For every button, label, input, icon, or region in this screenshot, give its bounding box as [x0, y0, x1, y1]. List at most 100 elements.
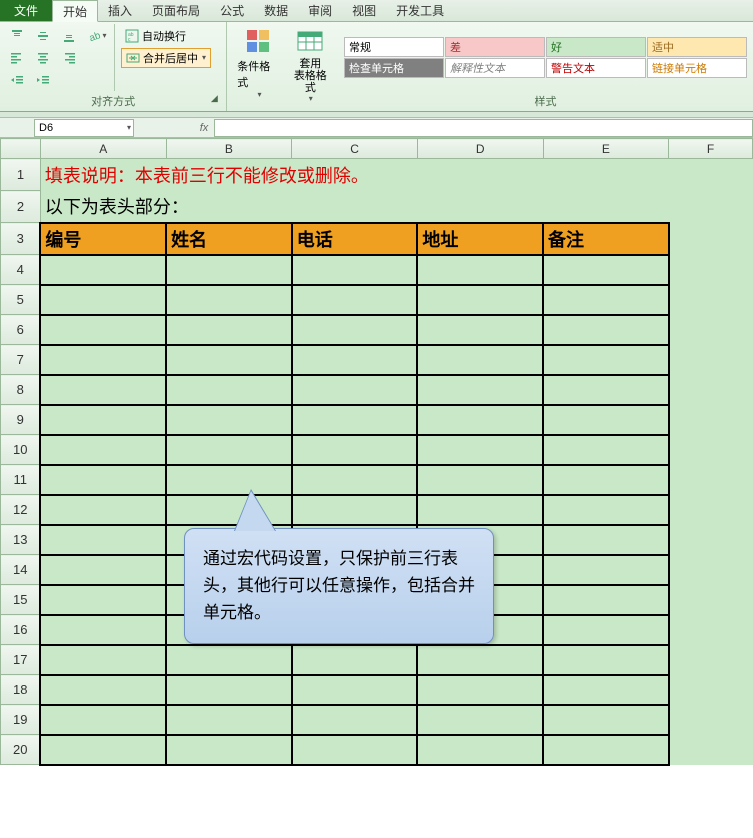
cell[interactable] — [166, 345, 292, 375]
cell[interactable] — [543, 735, 669, 765]
name-box-dropdown-icon[interactable]: ▾ — [127, 123, 131, 132]
style-cell[interactable]: 检查单元格 — [344, 58, 444, 78]
cell[interactable] — [543, 345, 669, 375]
cell[interactable] — [40, 285, 166, 315]
cell[interactable] — [40, 345, 166, 375]
cell[interactable] — [292, 645, 418, 675]
row-header[interactable]: 1 — [1, 159, 41, 191]
row-header[interactable]: 11 — [1, 465, 41, 495]
style-cell[interactable]: 适中 — [647, 37, 747, 57]
tab-insert[interactable]: 插入 — [98, 0, 142, 21]
column-header[interactable]: C — [292, 139, 418, 159]
cell[interactable] — [166, 375, 292, 405]
cell[interactable] — [292, 285, 418, 315]
align-bottom-button[interactable] — [58, 26, 80, 46]
cell[interactable] — [417, 675, 543, 705]
cell[interactable] — [669, 465, 753, 495]
cell[interactable] — [543, 375, 669, 405]
row-header[interactable]: 20 — [1, 735, 41, 765]
row-header[interactable]: 2 — [1, 191, 41, 223]
row-header[interactable]: 12 — [1, 495, 41, 525]
callout-shape[interactable]: 通过宏代码设置，只保护前三行表头，其他行可以任意操作，包括合并单元格。 — [184, 528, 494, 644]
cell[interactable] — [166, 705, 292, 735]
cell[interactable] — [40, 675, 166, 705]
cell[interactable] — [669, 585, 753, 615]
cell[interactable] — [40, 615, 166, 645]
cell[interactable] — [292, 435, 418, 465]
row-header[interactable]: 6 — [1, 315, 41, 345]
cell[interactable] — [417, 375, 543, 405]
fx-icon[interactable]: fx — [194, 122, 214, 134]
cell[interactable] — [669, 315, 753, 345]
cell[interactable] — [669, 615, 753, 645]
cell[interactable] — [543, 285, 669, 315]
style-cell[interactable]: 差 — [445, 37, 545, 57]
cell[interactable] — [669, 405, 753, 435]
row-header[interactable]: 7 — [1, 345, 41, 375]
file-tab[interactable]: 文件 — [0, 0, 52, 21]
cell[interactable] — [417, 465, 543, 495]
cell[interactable] — [40, 435, 166, 465]
align-middle-button[interactable] — [32, 26, 54, 46]
column-header[interactable]: E — [543, 139, 669, 159]
cell[interactable] — [166, 735, 292, 765]
increase-indent-button[interactable] — [32, 70, 54, 90]
cell[interactable] — [292, 705, 418, 735]
subheader-row[interactable]: 以下为表头部分： — [40, 191, 752, 223]
cell[interactable] — [166, 315, 292, 345]
cell[interactable] — [40, 525, 166, 555]
cell[interactable] — [292, 675, 418, 705]
cell[interactable] — [669, 645, 753, 675]
alignment-launcher-icon[interactable]: ◢ — [208, 93, 220, 105]
formula-input[interactable] — [214, 119, 753, 137]
cell[interactable] — [292, 345, 418, 375]
align-left-button[interactable] — [6, 48, 28, 68]
row-header[interactable]: 13 — [1, 525, 41, 555]
tab-review[interactable]: 审阅 — [298, 0, 342, 21]
row-header[interactable]: 17 — [1, 645, 41, 675]
tab-developer[interactable]: 开发工具 — [386, 0, 454, 21]
cell[interactable] — [292, 375, 418, 405]
row-header[interactable]: 3 — [1, 223, 41, 255]
cell[interactable] — [292, 405, 418, 435]
cell[interactable] — [40, 405, 166, 435]
tab-formulas[interactable]: 公式 — [210, 0, 254, 21]
table-format-button[interactable]: 套用 表格格式 ▾ — [285, 24, 336, 111]
cell[interactable] — [166, 405, 292, 435]
cell[interactable] — [166, 285, 292, 315]
conditional-format-button[interactable]: 条件格式 ▾ — [233, 24, 284, 111]
row-header[interactable]: 5 — [1, 285, 41, 315]
row-header[interactable]: 18 — [1, 675, 41, 705]
cell[interactable] — [543, 405, 669, 435]
row-header[interactable]: 9 — [1, 405, 41, 435]
cell[interactable] — [40, 375, 166, 405]
instruction-row[interactable]: 填表说明：本表前三行不能修改或删除。 — [40, 159, 752, 191]
tab-data[interactable]: 数据 — [254, 0, 298, 21]
select-all-corner[interactable] — [1, 139, 41, 159]
column-header[interactable]: A — [40, 139, 166, 159]
align-center-button[interactable] — [32, 48, 54, 68]
cell[interactable] — [417, 705, 543, 735]
cell[interactable] — [417, 345, 543, 375]
table-header-cell[interactable]: 编号 — [40, 223, 166, 255]
decrease-indent-button[interactable] — [6, 70, 28, 90]
cell[interactable] — [543, 315, 669, 345]
cell[interactable] — [669, 435, 753, 465]
cell[interactable] — [543, 435, 669, 465]
style-cell[interactable]: 常规 — [344, 37, 444, 57]
table-header-cell[interactable]: 地址 — [417, 223, 543, 255]
cell[interactable] — [669, 495, 753, 525]
row-header[interactable]: 8 — [1, 375, 41, 405]
style-cell[interactable]: 警告文本 — [546, 58, 646, 78]
cell[interactable] — [417, 255, 543, 285]
cell[interactable] — [543, 255, 669, 285]
column-header[interactable]: B — [166, 139, 292, 159]
cell[interactable] — [40, 555, 166, 585]
row-header[interactable]: 10 — [1, 435, 41, 465]
name-box[interactable]: D6 ▾ — [34, 119, 134, 137]
orientation-button[interactable]: ab▾ — [86, 26, 108, 46]
style-cell[interactable]: 好 — [546, 37, 646, 57]
cell[interactable] — [166, 675, 292, 705]
cell[interactable] — [417, 435, 543, 465]
cell[interactable] — [543, 645, 669, 675]
